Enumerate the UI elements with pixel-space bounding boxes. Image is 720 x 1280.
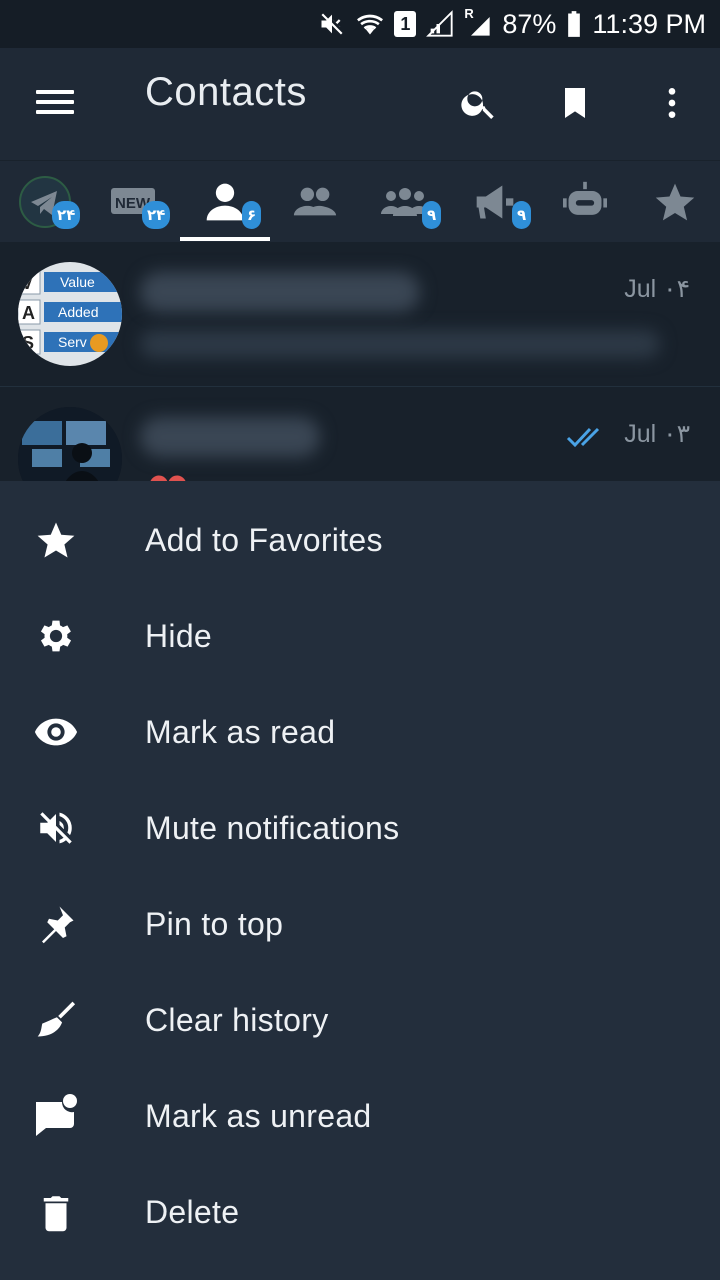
group-icon: [293, 187, 337, 216]
online-dot: [90, 334, 108, 352]
option-label: Mark as read: [145, 714, 336, 750]
tab-bots[interactable]: [540, 161, 630, 243]
chat-list: V A S Value Added Serv Jul ۰۴ Jul ۰۳: [0, 242, 720, 530]
app-bar: Contacts: [0, 48, 720, 160]
mute-notifications-option[interactable]: Mute notifications: [0, 780, 720, 876]
bot-icon: [563, 181, 607, 215]
status-bar: 1 R 87% 11:39 PM: [0, 0, 720, 48]
avatar-letter: S: [22, 333, 34, 353]
signal-roaming-icon: R: [464, 6, 492, 38]
megaphone-icon: [476, 185, 514, 219]
delete-option[interactable]: Delete: [0, 1164, 720, 1260]
tab-groups[interactable]: [270, 161, 360, 243]
tab-badge: ۶: [242, 201, 262, 229]
more-options-button[interactable]: [647, 78, 697, 128]
broom-icon: [30, 996, 82, 1044]
battery-icon: [566, 10, 582, 38]
avatar: V A S Value Added Serv: [18, 262, 122, 366]
menu-button[interactable]: [30, 84, 80, 124]
avatar-letter: V: [21, 273, 33, 293]
avatar-word: Value: [60, 274, 95, 290]
tab-unread[interactable]: NEW ۲۴: [90, 161, 180, 243]
tab-channels[interactable]: ۹: [450, 161, 540, 243]
option-label: Clear history: [145, 1002, 329, 1038]
option-label: Pin to top: [145, 906, 284, 942]
blurred-name: [140, 272, 420, 312]
wifi-icon: [356, 10, 384, 38]
chat-row[interactable]: V A S Value Added Serv Jul ۰۴: [0, 242, 720, 386]
battery-percent: 87%: [502, 8, 557, 39]
tab-favorites[interactable]: [630, 161, 720, 243]
star-icon: [655, 183, 695, 221]
clock: 11:39 PM: [592, 8, 706, 39]
person-icon: [206, 183, 244, 221]
sim-icon: 1: [394, 11, 417, 37]
mark-as-unread-option[interactable]: Mark as unread: [0, 1068, 720, 1164]
eye-icon: [30, 708, 82, 756]
tab-badge: ۲۴: [52, 201, 81, 229]
pin-icon: [30, 900, 82, 948]
tab-contacts[interactable]: ۶: [180, 161, 270, 243]
page-title: Contacts: [145, 70, 307, 114]
trash-icon: [30, 1188, 82, 1236]
menu-icon-line: [36, 90, 74, 94]
folder-tabs: ۲۴ NEW ۲۴ ۶ ۹ ۹: [0, 160, 720, 242]
avatar-letter: A: [22, 303, 35, 323]
gear-icon: [30, 612, 82, 660]
menu-icon-line: [36, 110, 74, 114]
pin-to-top-option[interactable]: Pin to top: [0, 876, 720, 972]
blurred-name: [140, 417, 320, 457]
chat-options-sheet: Add to Favorites Hide Mark as read Mute …: [0, 481, 720, 1280]
chat-date: Jul ۰۴: [624, 275, 690, 303]
tab-all-chats[interactable]: ۲۴: [0, 161, 90, 243]
option-label: Add to Favorites: [145, 522, 383, 558]
option-label: Mute notifications: [145, 810, 400, 846]
chat-unread-icon: [30, 1092, 82, 1140]
tab-badge: ۹: [512, 201, 532, 229]
roaming-badge: R: [464, 6, 474, 21]
blurred-message: [140, 330, 660, 358]
hide-option[interactable]: Hide: [0, 588, 720, 684]
menu-icon-line: [36, 100, 74, 104]
more-vert-icon: [668, 88, 676, 118]
bookmark-button[interactable]: [550, 78, 600, 128]
tab-badge: ۲۴: [142, 201, 171, 229]
star-icon: [30, 516, 82, 564]
search-button[interactable]: [454, 78, 504, 128]
mute-icon: [30, 804, 82, 852]
clear-history-option[interactable]: Clear history: [0, 972, 720, 1068]
avatar-word: Serv: [58, 334, 87, 350]
double-check-icon: [566, 427, 600, 448]
option-label: Delete: [145, 1194, 240, 1230]
tab-badge: ۹: [422, 201, 442, 229]
avatar-word: Added: [58, 304, 98, 320]
mute-icon: [318, 10, 346, 38]
add-to-favorites-option[interactable]: Add to Favorites: [0, 492, 720, 588]
tab-supergroups[interactable]: ۹: [360, 161, 450, 243]
tab-indicator: [180, 237, 270, 241]
option-label: Mark as unread: [145, 1098, 372, 1134]
signal-icon: [426, 10, 454, 38]
chat-date: Jul ۰۳: [624, 420, 690, 448]
bookmark-icon: [565, 88, 585, 118]
search-icon: [461, 91, 494, 119]
option-label: Hide: [145, 618, 213, 654]
mark-as-read-option[interactable]: Mark as read: [0, 684, 720, 780]
